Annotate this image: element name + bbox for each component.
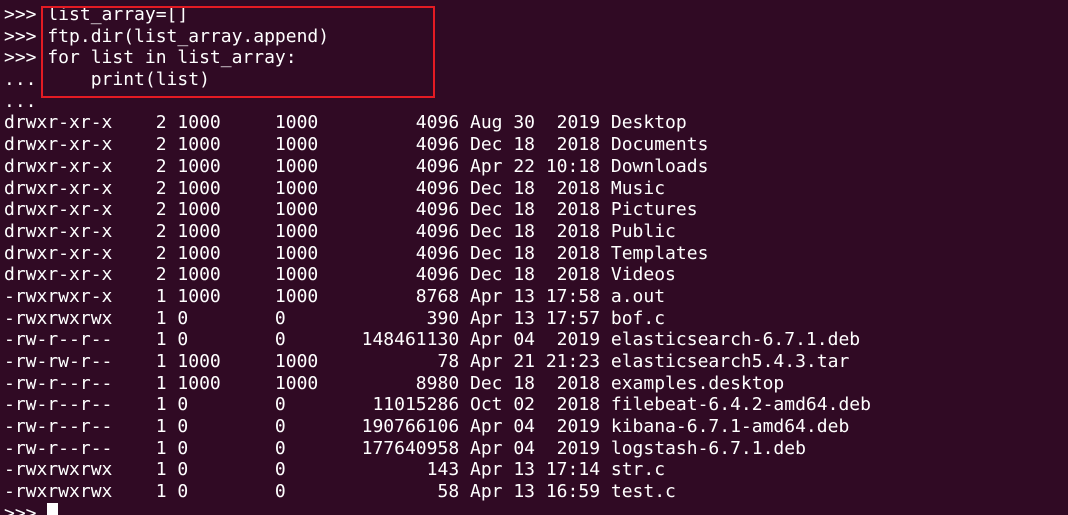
- terminal-line: drwxr-xr-x 2 1000 1000 4096 Dec 18 2018 …: [4, 134, 709, 156]
- terminal-output: >>> list_array=[] >>> ftp.dir(list_array.…: [4, 4, 1068, 503]
- terminal-prompt-line[interactable]: >>>: [4, 502, 1068, 515]
- terminal-line: drwxr-xr-x 2 1000 1000 4096 Dec 18 2018 …: [4, 199, 698, 221]
- terminal-line: -rw-r--r-- 1 1000 1000 8980 Dec 18 2018 …: [4, 372, 785, 394]
- terminal-line: -rw-r--r-- 1 0 0 11015286 Oct 02 2018 fi…: [4, 394, 871, 416]
- terminal-line: drwxr-xr-x 2 1000 1000 4096 Apr 22 10:18…: [4, 155, 709, 177]
- terminal-line: drwxr-xr-x 2 1000 1000 4096 Dec 18 2018 …: [4, 177, 666, 199]
- prompt-text: >>>: [4, 502, 48, 515]
- terminal-window[interactable]: >>> list_array=[] >>> ftp.dir(list_array.…: [0, 0, 1068, 515]
- terminal-line: -rw-r--r-- 1 0 0 177640958 Apr 04 2019 l…: [4, 437, 806, 459]
- terminal-line: drwxr-xr-x 2 1000 1000 4096 Aug 30 2019 …: [4, 112, 687, 134]
- terminal-line: drwxr-xr-x 2 1000 1000 4096 Dec 18 2018 …: [4, 242, 709, 264]
- terminal-line: -rw-rw-r-- 1 1000 1000 78 Apr 21 21:23 e…: [4, 351, 850, 372]
- terminal-line: -rwxrwxr-x 1 1000 1000 8768 Apr 13 17:58…: [4, 285, 666, 307]
- terminal-line: >>> for list in list_array:: [4, 47, 297, 69]
- terminal-line: drwxr-xr-x 2 1000 1000 4096 Dec 18 2018 …: [4, 264, 676, 286]
- terminal-line: >>> list_array=[]: [4, 4, 189, 25]
- terminal-line: ...: [4, 90, 37, 112]
- terminal-line: -rwxrwxrwx 1 0 0 58 Apr 13 16:59 test.c: [4, 481, 676, 503]
- terminal-line: -rwxrwxrwx 1 0 0 390 Apr 13 17:57 bof.c: [4, 307, 666, 329]
- terminal-line: ... print(list): [4, 69, 210, 91]
- terminal-line: -rw-r--r-- 1 0 0 148461130 Apr 04 2019 e…: [4, 329, 861, 351]
- terminal-line: drwxr-xr-x 2 1000 1000 4096 Dec 18 2018 …: [4, 220, 676, 242]
- text-cursor: [47, 502, 59, 515]
- terminal-line: -rwxrwxrwx 1 0 0 143 Apr 13 17:14 str.c: [4, 459, 666, 481]
- terminal-line: >>> ftp.dir(list_array.append): [4, 25, 330, 47]
- terminal-line: -rw-r--r-- 1 0 0 190766106 Apr 04 2019 k…: [4, 416, 850, 438]
